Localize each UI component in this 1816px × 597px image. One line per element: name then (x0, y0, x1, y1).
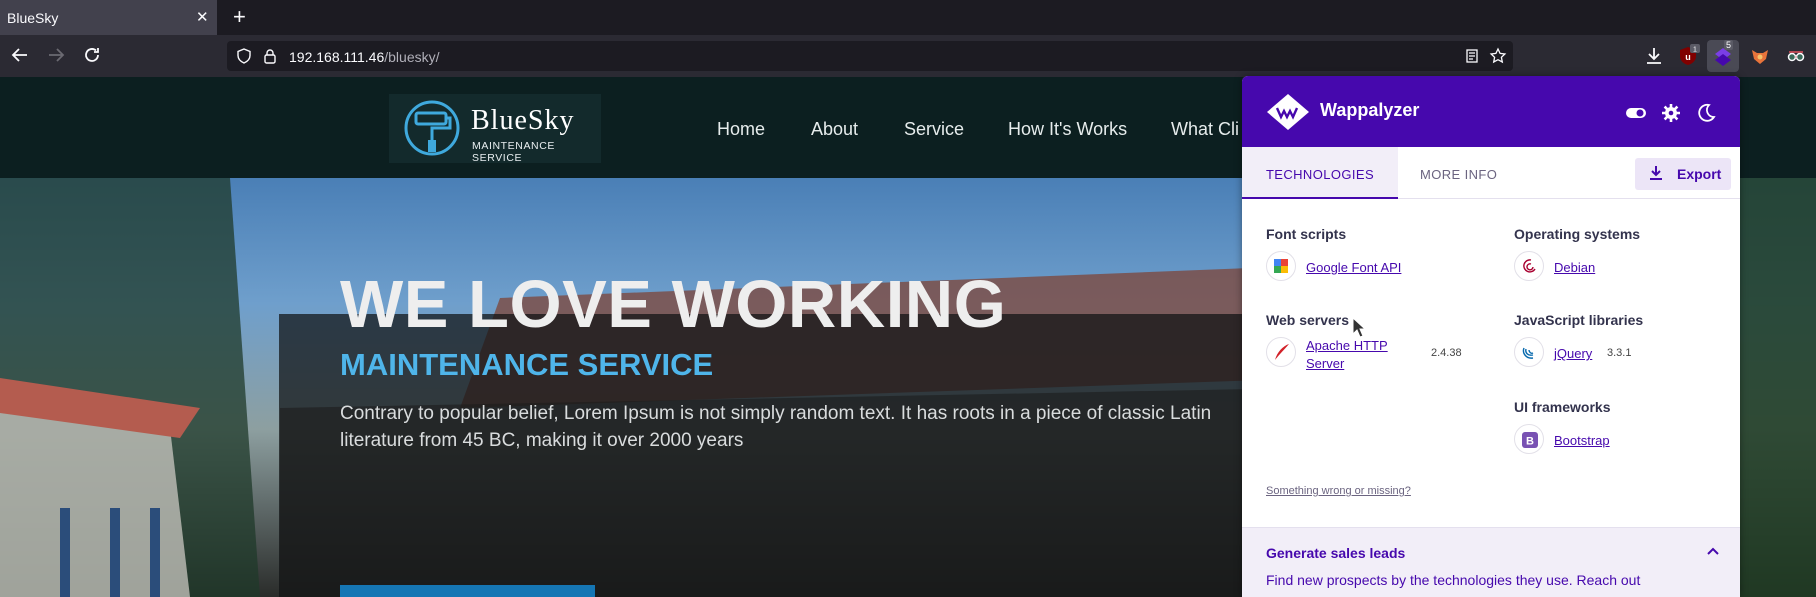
menu-how-it-works[interactable]: How It's Works (1008, 119, 1127, 140)
spy-glasses-icon[interactable] (1784, 44, 1808, 68)
bootstrap-icon: B (1514, 424, 1544, 454)
tech-version: 3.3.1 (1607, 347, 1632, 359)
tab-close-icon[interactable]: ✕ (196, 8, 209, 26)
hero-title: WE LOVE WORKING (340, 267, 1007, 342)
apache-feather-icon (1266, 337, 1296, 367)
ublock-icon[interactable]: u 1 (1676, 44, 1700, 68)
category-font-scripts: Font scripts (1266, 226, 1347, 242)
toggle-switch-icon[interactable] (1625, 102, 1647, 124)
jquery-icon (1514, 337, 1544, 367)
tech-name[interactable]: Apache HTTP Server (1306, 337, 1416, 373)
mouse-cursor-icon (1352, 317, 1366, 338)
export-label: Export (1677, 166, 1722, 182)
wappalyzer-logo-icon (1267, 94, 1309, 130)
tech-bootstrap[interactable]: B Bootstrap (1514, 424, 1714, 456)
svg-text:u: u (1685, 52, 1691, 62)
shield-icon[interactable] (236, 48, 252, 64)
hero-subtitle: MAINTENANCE SERVICE (340, 347, 714, 382)
svg-text:B: B (1526, 436, 1534, 448)
menu-about[interactable]: About (811, 119, 858, 140)
tech-google-font-api[interactable]: Google Font API (1266, 251, 1466, 283)
tab-more-info[interactable]: MORE INFO (1420, 147, 1497, 199)
ublock-badge: 1 (1693, 47, 1697, 54)
export-button[interactable]: Export (1635, 158, 1731, 190)
category-operating-systems: Operating systems (1514, 226, 1641, 242)
reload-icon[interactable] (81, 44, 103, 66)
category-javascript-libraries: JavaScript libraries (1514, 312, 1644, 328)
new-tab-button[interactable]: + (233, 4, 246, 30)
tech-name[interactable]: Debian (1554, 259, 1595, 277)
tech-version: 2.4.38 (1431, 347, 1462, 359)
reader-view-icon[interactable] (1464, 48, 1480, 64)
logo-subtitle: MAINTENANCE SERVICE (472, 140, 556, 164)
foxyproxy-icon[interactable] (1748, 44, 1772, 68)
tech-name[interactable]: Google Font API (1306, 259, 1401, 277)
category-ui-frameworks: UI frameworks (1514, 399, 1611, 415)
url-host: 192.168.111.46 (289, 49, 385, 65)
download-icon[interactable] (1642, 44, 1666, 68)
tech-debian[interactable]: Debian (1514, 251, 1714, 283)
wappalyzer-popup: Wappalyzer TECHNOLOGIES MORE INFO Export… (1242, 76, 1740, 597)
settings-gear-icon[interactable] (1660, 102, 1682, 124)
url-text[interactable]: 192.168.111.46/bluesky/ (289, 49, 440, 65)
tab-title: BlueSky (7, 10, 59, 26)
address-bar[interactable]: 192.168.111.46/bluesky/ (227, 41, 1513, 71)
category-web-servers: Web servers (1266, 312, 1350, 328)
tab-technologies[interactable]: TECHNOLOGIES (1242, 147, 1398, 199)
site-logo[interactable]: BlueSky MAINTENANCE SERVICE (389, 94, 601, 164)
debian-swirl-icon (1514, 251, 1544, 281)
wappalyzer-title: Wappalyzer (1320, 100, 1420, 120)
sales-leads-panel[interactable]: Generate sales leads Find new prospects … (1242, 527, 1740, 597)
logo-wordmark: BlueSky (471, 105, 575, 136)
tech-jquery[interactable]: jQuery 3.3.1 (1514, 337, 1714, 369)
hero-cta-button[interactable] (340, 585, 595, 597)
lock-icon[interactable] (262, 48, 278, 64)
menu-home[interactable]: Home (717, 119, 765, 140)
back-arrow-icon[interactable] (9, 44, 31, 66)
wappalyzer-extension-button[interactable]: 5 (1707, 40, 1739, 72)
google-font-api-icon (1266, 251, 1296, 281)
hero-description: Contrary to popular belief, Lorem Ipsum … (340, 403, 1212, 451)
wappalyzer-badge: 5 (1724, 40, 1734, 50)
tab-strip: BlueSky ✕ + (0, 0, 1816, 35)
url-path: /bluesky/ (384, 49, 440, 65)
tech-name[interactable]: jQuery (1554, 345, 1592, 363)
sales-leads-title: Generate sales leads (1266, 545, 1406, 561)
navigation-bar: 192.168.111.46/bluesky/ u 1 5 (0, 35, 1816, 77)
tech-name[interactable]: Bootstrap (1554, 432, 1610, 450)
menu-service[interactable]: Service (904, 119, 964, 140)
bookmark-star-icon[interactable] (1489, 47, 1507, 65)
forward-arrow-icon[interactable] (45, 44, 67, 66)
download-icon (1650, 166, 1662, 180)
something-wrong-link[interactable]: Something wrong or missing? (1266, 485, 1411, 497)
chevron-up-icon[interactable] (1705, 544, 1721, 560)
tech-apache-http-server[interactable]: Apache HTTP Server 2.4.38 (1266, 337, 1466, 377)
menu-what-clients[interactable]: What Cli (1171, 119, 1239, 140)
paint-roller-icon (404, 100, 460, 156)
browser-tab[interactable]: BlueSky ✕ (0, 0, 217, 35)
dark-mode-moon-icon[interactable] (1695, 102, 1717, 124)
wappalyzer-header: Wappalyzer (1242, 76, 1740, 147)
sales-leads-text: Find new prospects by the technologies t… (1266, 572, 1641, 588)
